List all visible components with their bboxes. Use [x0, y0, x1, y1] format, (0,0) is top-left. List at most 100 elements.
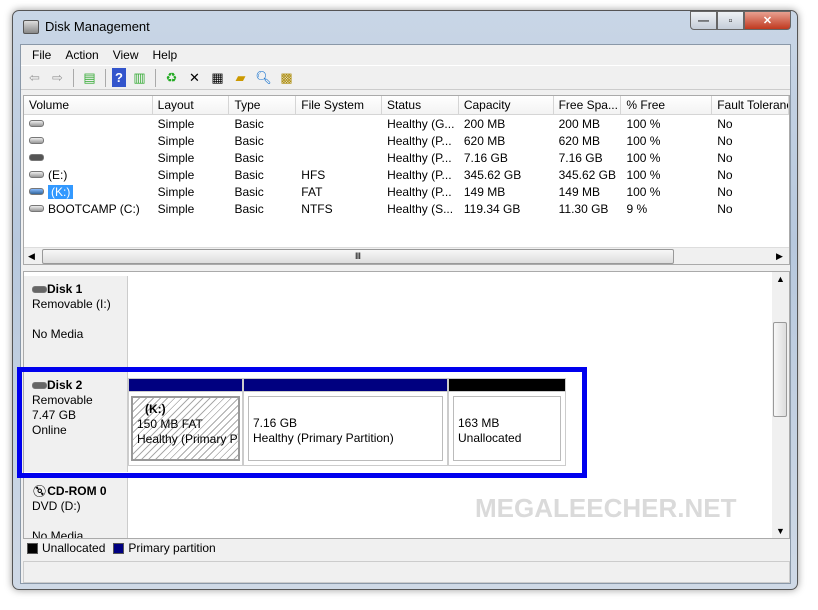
cell-layout: Simple [157, 167, 195, 182]
volume-icon [29, 205, 44, 212]
cell-status: Healthy (P... [387, 184, 452, 199]
scroll-left-arrow[interactable]: ◀ [28, 251, 35, 262]
maximize-button[interactable]: ▫ [717, 11, 744, 30]
column-capacity[interactable]: Capacity [459, 96, 554, 114]
horizontal-scroll-thumb[interactable]: Ⅲ [42, 248, 674, 264]
cell-free-space: 200 MB [558, 116, 600, 131]
cell-status: Healthy (P... [387, 150, 452, 165]
column-type[interactable]: Type [229, 96, 297, 114]
scroll-down-arrow[interactable]: ▼ [776, 526, 785, 536]
cell-percent-free: 100 % [626, 150, 661, 165]
volume-row[interactable]: BOOTCAMP (C:) Simple Basic NTFS Healthy (S..… [24, 200, 789, 217]
disk-1-label[interactable]: Disk 1 Removable (I:) No Media [24, 276, 128, 368]
menu-bar: File Action View Help [21, 45, 790, 65]
cell-percent-free: 100 % [626, 167, 661, 182]
cell-layout: Simple [157, 150, 195, 165]
column-layout[interactable]: Layout [153, 96, 230, 114]
column-free-space[interactable]: Free Spa... [554, 96, 622, 114]
horizontal-scrollbar[interactable]: ◀ Ⅲ ▶ [24, 247, 789, 264]
cell-file-system: NTFS [301, 201, 333, 216]
show-hide-console-tree-icon[interactable]: ▤ [80, 68, 99, 87]
menu-action[interactable]: Action [58, 48, 105, 62]
status-bar [23, 561, 790, 583]
menu-view[interactable]: View [106, 48, 146, 62]
legend: Unallocated Primary partition [23, 539, 790, 557]
cell-capacity: 149 MB [463, 184, 506, 199]
menu-help[interactable]: Help [146, 48, 185, 62]
cell-volume [24, 137, 153, 144]
delete-icon[interactable]: ✕ [185, 68, 204, 87]
cell-free-space: 7.16 GB [558, 150, 603, 165]
cell-free-space: 620 MB [558, 133, 600, 148]
cell-status: Healthy (P... [387, 133, 452, 148]
close-button[interactable]: ✕ [744, 11, 791, 30]
back-icon[interactable]: ⇦ [25, 68, 44, 87]
cell-status: Healthy (G... [387, 116, 455, 131]
properties-icon[interactable]: ▦ [208, 68, 227, 87]
vertical-scrollbar[interactable]: ▲ ▼ [772, 272, 789, 538]
cell-capacity: 620 MB [463, 133, 506, 148]
volume-row[interactable]: Simple Basic Healthy (P... 7.16 GB 7.16 GB 10… [24, 149, 789, 166]
cell-percent-free: 100 % [626, 133, 661, 148]
cell-fault-tolerance: No [717, 150, 733, 165]
cell-type: Basic [234, 150, 264, 165]
cell-volume [24, 154, 153, 161]
cell-volume: BOOTCAMP (C:) [24, 202, 153, 216]
rescan-icon[interactable]: 🔍︎ [254, 68, 273, 87]
volume-row[interactable]: (K:) Simple Basic FAT Healthy (P... 149 MB 149… [24, 183, 789, 200]
volume-icon [29, 137, 44, 144]
disk-1-row[interactable]: Disk 1 Removable (I:) No Media [24, 276, 777, 368]
help-icon[interactable]: ? [112, 68, 126, 87]
column-file-system[interactable]: File System [296, 96, 383, 114]
cell-fault-tolerance: No [717, 116, 733, 131]
forward-icon[interactable]: ⇨ [48, 68, 67, 87]
cell-free-space: 345.62 GB [558, 167, 616, 182]
cell-layout: Simple [157, 116, 195, 131]
column-percent-free[interactable]: % Free [621, 96, 713, 114]
column-status[interactable]: Status [382, 96, 459, 114]
show-hide-action-pane-icon[interactable]: ▥ [130, 68, 149, 87]
volume-list-header: Volume Layout Type File System Status Ca… [24, 96, 789, 115]
column-fault-tolerance[interactable]: Fault Toleranc [712, 96, 789, 114]
cell-percent-free: 9 % [626, 201, 648, 216]
title-bar: Disk Management [23, 19, 150, 34]
volume-row[interactable]: Simple Basic Healthy (G... 200 MB 200 MB 100 … [24, 115, 789, 132]
settings-icon[interactable]: ▩ [277, 68, 296, 87]
cell-capacity: 119.34 GB [463, 201, 521, 216]
scroll-right-arrow[interactable]: ▶ [776, 251, 783, 262]
cell-type: Basic [234, 201, 264, 216]
cell-layout: Simple [157, 184, 195, 199]
cdrom-0-label[interactable]: 💿︎CD-ROM 0 DVD (D:) No Media [24, 478, 128, 538]
cell-fault-tolerance: No [717, 133, 733, 148]
cell-free-space: 149 MB [558, 184, 600, 199]
volume-icon [29, 154, 44, 161]
minimize-button[interactable]: — [690, 11, 717, 30]
cell-status: Healthy (S... [387, 201, 454, 216]
cell-type: Basic [234, 167, 264, 182]
cell-layout: Simple [157, 201, 195, 216]
cell-type: Basic [234, 184, 264, 199]
cell-layout: Simple [157, 133, 195, 148]
cell-type: Basic [234, 116, 264, 131]
refresh-icon[interactable]: ♻ [162, 68, 181, 87]
disk-2-highlight-box [17, 367, 587, 478]
cell-percent-free: 100 % [626, 184, 661, 199]
cell-file-system: HFS [301, 167, 326, 182]
volume-icon [29, 120, 44, 127]
disk-management-icon [23, 19, 39, 34]
column-volume[interactable]: Volume [24, 96, 153, 114]
open-icon[interactable]: ▰ [231, 68, 250, 87]
vertical-scroll-thumb[interactable] [773, 322, 787, 417]
volume-row[interactable]: Simple Basic Healthy (P... 620 MB 620 MB 100 … [24, 132, 789, 149]
cdrom-icon: 💿︎ [32, 484, 48, 498]
cell-status: Healthy (P... [387, 167, 452, 182]
window-title: Disk Management [45, 19, 150, 34]
menu-file[interactable]: File [25, 48, 58, 62]
volume-row[interactable]: (E:) Simple Basic HFS Healthy (P... 345.62 GB… [24, 166, 789, 183]
cell-free-space: 11.30 GB [558, 201, 609, 216]
primary-swatch [113, 542, 125, 554]
scroll-up-arrow[interactable]: ▲ [776, 274, 785, 284]
cell-volume: (K:) [24, 184, 153, 199]
watermark: MEGALEECHER.NET [475, 493, 737, 523]
cell-type: Basic [234, 133, 264, 148]
